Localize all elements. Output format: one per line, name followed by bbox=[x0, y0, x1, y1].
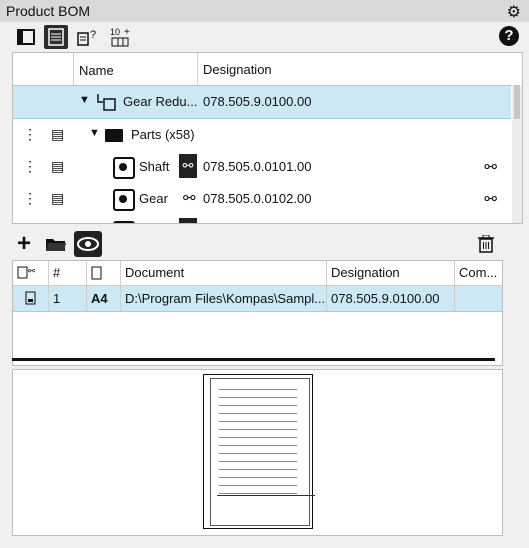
tree-row-parts[interactable]: ⋮ ▤ ▼ Parts (x58) bbox=[13, 119, 511, 151]
document-icon[interactable]: ▤ bbox=[51, 158, 64, 175]
structure-icon[interactable]: ⋮ bbox=[23, 222, 37, 223]
expand-arrow-icon[interactable]: ▼ bbox=[79, 94, 90, 106]
properties-help-button[interactable]: ? bbox=[76, 25, 100, 49]
folder-icon bbox=[105, 129, 123, 142]
splitter[interactable] bbox=[12, 358, 495, 361]
column-divider[interactable] bbox=[197, 53, 198, 85]
link-icon[interactable]: ⚯ bbox=[179, 218, 197, 223]
help-icon[interactable]: ? bbox=[499, 26, 519, 46]
preview-toggle-button[interactable] bbox=[74, 231, 102, 257]
window-title: Product BOM bbox=[6, 3, 91, 19]
gear-icon[interactable]: ⚙ bbox=[507, 2, 521, 22]
tree-header-icons bbox=[13, 53, 74, 85]
bom-toolbar: ? 10 + ? bbox=[0, 22, 529, 52]
document-row[interactable]: 1 A4 D:\Program Files\Kompas\Sampl... 07… bbox=[13, 286, 502, 312]
delete-button[interactable] bbox=[476, 231, 496, 257]
document-icon[interactable]: ▤ bbox=[51, 222, 64, 223]
part-icon bbox=[113, 157, 135, 179]
doc-col-number[interactable]: # bbox=[49, 261, 87, 285]
trash-icon bbox=[478, 235, 494, 253]
documents-toolbar: + bbox=[0, 229, 529, 259]
doc-row-link-cell bbox=[13, 286, 49, 311]
title-block bbox=[217, 495, 315, 522]
document-preview bbox=[12, 369, 503, 536]
part-icon bbox=[113, 221, 135, 223]
table-view-icon bbox=[48, 28, 64, 46]
documents-header: ⚯ # Document Designation Com... bbox=[13, 261, 502, 286]
tree-row-designation: 078.505.9.0100.00 bbox=[203, 94, 312, 109]
tree-col-name[interactable]: Name bbox=[79, 63, 114, 78]
tree-row-shaft[interactable]: ⋮ ▤ Shaft ⚯ 078.505.0.0101.00 ⚯ bbox=[13, 151, 511, 183]
link-icon[interactable]: ⚯ bbox=[484, 158, 497, 176]
eye-icon bbox=[77, 237, 99, 251]
svg-text:⚯: ⚯ bbox=[28, 266, 35, 276]
tree-row-designation: 078.505.0.0102.00 bbox=[203, 191, 312, 206]
tree-row-name: Gear bbox=[139, 191, 168, 206]
tree-row-gear[interactable]: ⋮ ▤ Gear ⚯ 078.505.0.0102.00 ⚯ bbox=[13, 183, 511, 215]
sheet-icon bbox=[91, 266, 102, 280]
sheet-icon bbox=[25, 291, 36, 305]
tree-row-name: Shaft bbox=[139, 159, 170, 174]
row-action-icons: ⋮ ▤ bbox=[13, 151, 73, 183]
tree-row-name: Gear Redu... bbox=[123, 94, 198, 109]
title-bar: Product BOM ⚙ bbox=[0, 0, 529, 23]
part-icon bbox=[113, 189, 135, 211]
panel-view-button[interactable] bbox=[14, 25, 38, 49]
doc-row-comment bbox=[455, 286, 502, 311]
tree-col-designation[interactable]: Designation bbox=[203, 62, 272, 77]
structure-icon[interactable]: ⋮ bbox=[23, 190, 37, 207]
row-action-icons: ⋮ ▤ bbox=[13, 119, 73, 151]
tree-scrollbar[interactable] bbox=[512, 85, 522, 223]
doc-header-link-icon[interactable]: ⚯ bbox=[13, 261, 49, 285]
doc-row-designation: 078.505.9.0100.00 bbox=[327, 286, 455, 311]
tree-row-designation: 078.505.0.0101.00 bbox=[203, 159, 312, 174]
doc-col-designation[interactable]: Designation bbox=[327, 261, 455, 285]
row-action-icons: ⋮ ▤ bbox=[13, 215, 73, 223]
numbering-icon: 10 + bbox=[110, 27, 130, 47]
doc-col-comment[interactable]: Com... bbox=[455, 261, 502, 285]
tree-row-name: Parts (x58) bbox=[131, 127, 195, 142]
link-icon[interactable]: ⚯ bbox=[179, 154, 197, 178]
structure-icon[interactable]: ⋮ bbox=[23, 126, 37, 143]
bom-tree: Name Designation ▼ Gear Redu... 078.505.… bbox=[12, 52, 523, 224]
doc-col-format-icon[interactable] bbox=[87, 261, 121, 285]
drawing-thumbnail bbox=[203, 374, 315, 529]
link-document-icon: ⚯ bbox=[17, 266, 36, 279]
link-icon[interactable]: ⚯ bbox=[484, 190, 497, 208]
numbering-button[interactable]: 10 + bbox=[108, 25, 136, 49]
table-view-button[interactable] bbox=[44, 25, 68, 49]
structure-icon[interactable]: ⋮ bbox=[23, 158, 37, 175]
numbering-counter: 10 bbox=[110, 27, 120, 37]
tree-header: Name Designation bbox=[13, 53, 522, 86]
doc-row-number: 1 bbox=[49, 286, 87, 311]
document-icon[interactable]: ▤ bbox=[51, 190, 64, 207]
link-icon[interactable]: ⚯ bbox=[183, 189, 196, 207]
documents-table: ⚯ # Document Designation Com... 1 A4 D:\… bbox=[12, 260, 503, 366]
thumbnail-frame bbox=[210, 378, 315, 526]
table-question-icon: ? bbox=[77, 29, 96, 46]
document-icon[interactable]: ▤ bbox=[51, 126, 64, 143]
open-folder-button[interactable] bbox=[44, 231, 68, 257]
row-action-icons: ⋮ ▤ bbox=[13, 183, 73, 215]
doc-row-format: A4 bbox=[87, 286, 121, 311]
svg-text:+: + bbox=[124, 27, 130, 38]
add-icon[interactable]: + bbox=[12, 230, 36, 257]
doc-row-path: D:\Program Files\Kompas\Sampl... bbox=[121, 286, 327, 311]
assembly-icon bbox=[97, 94, 116, 111]
folder-open-icon bbox=[46, 239, 66, 251]
expand-arrow-icon[interactable]: ▼ bbox=[89, 127, 100, 139]
scrollbar-thumb[interactable] bbox=[514, 85, 520, 119]
tree-row-partial[interactable]: ⋮ ▤ ⚯ bbox=[13, 215, 511, 223]
panel-view-icon bbox=[17, 29, 35, 45]
tree-row-assembly[interactable]: ▼ Gear Redu... 078.505.9.0100.00 bbox=[13, 85, 511, 119]
doc-col-document[interactable]: Document bbox=[121, 261, 327, 285]
svg-text:?: ? bbox=[90, 29, 96, 41]
